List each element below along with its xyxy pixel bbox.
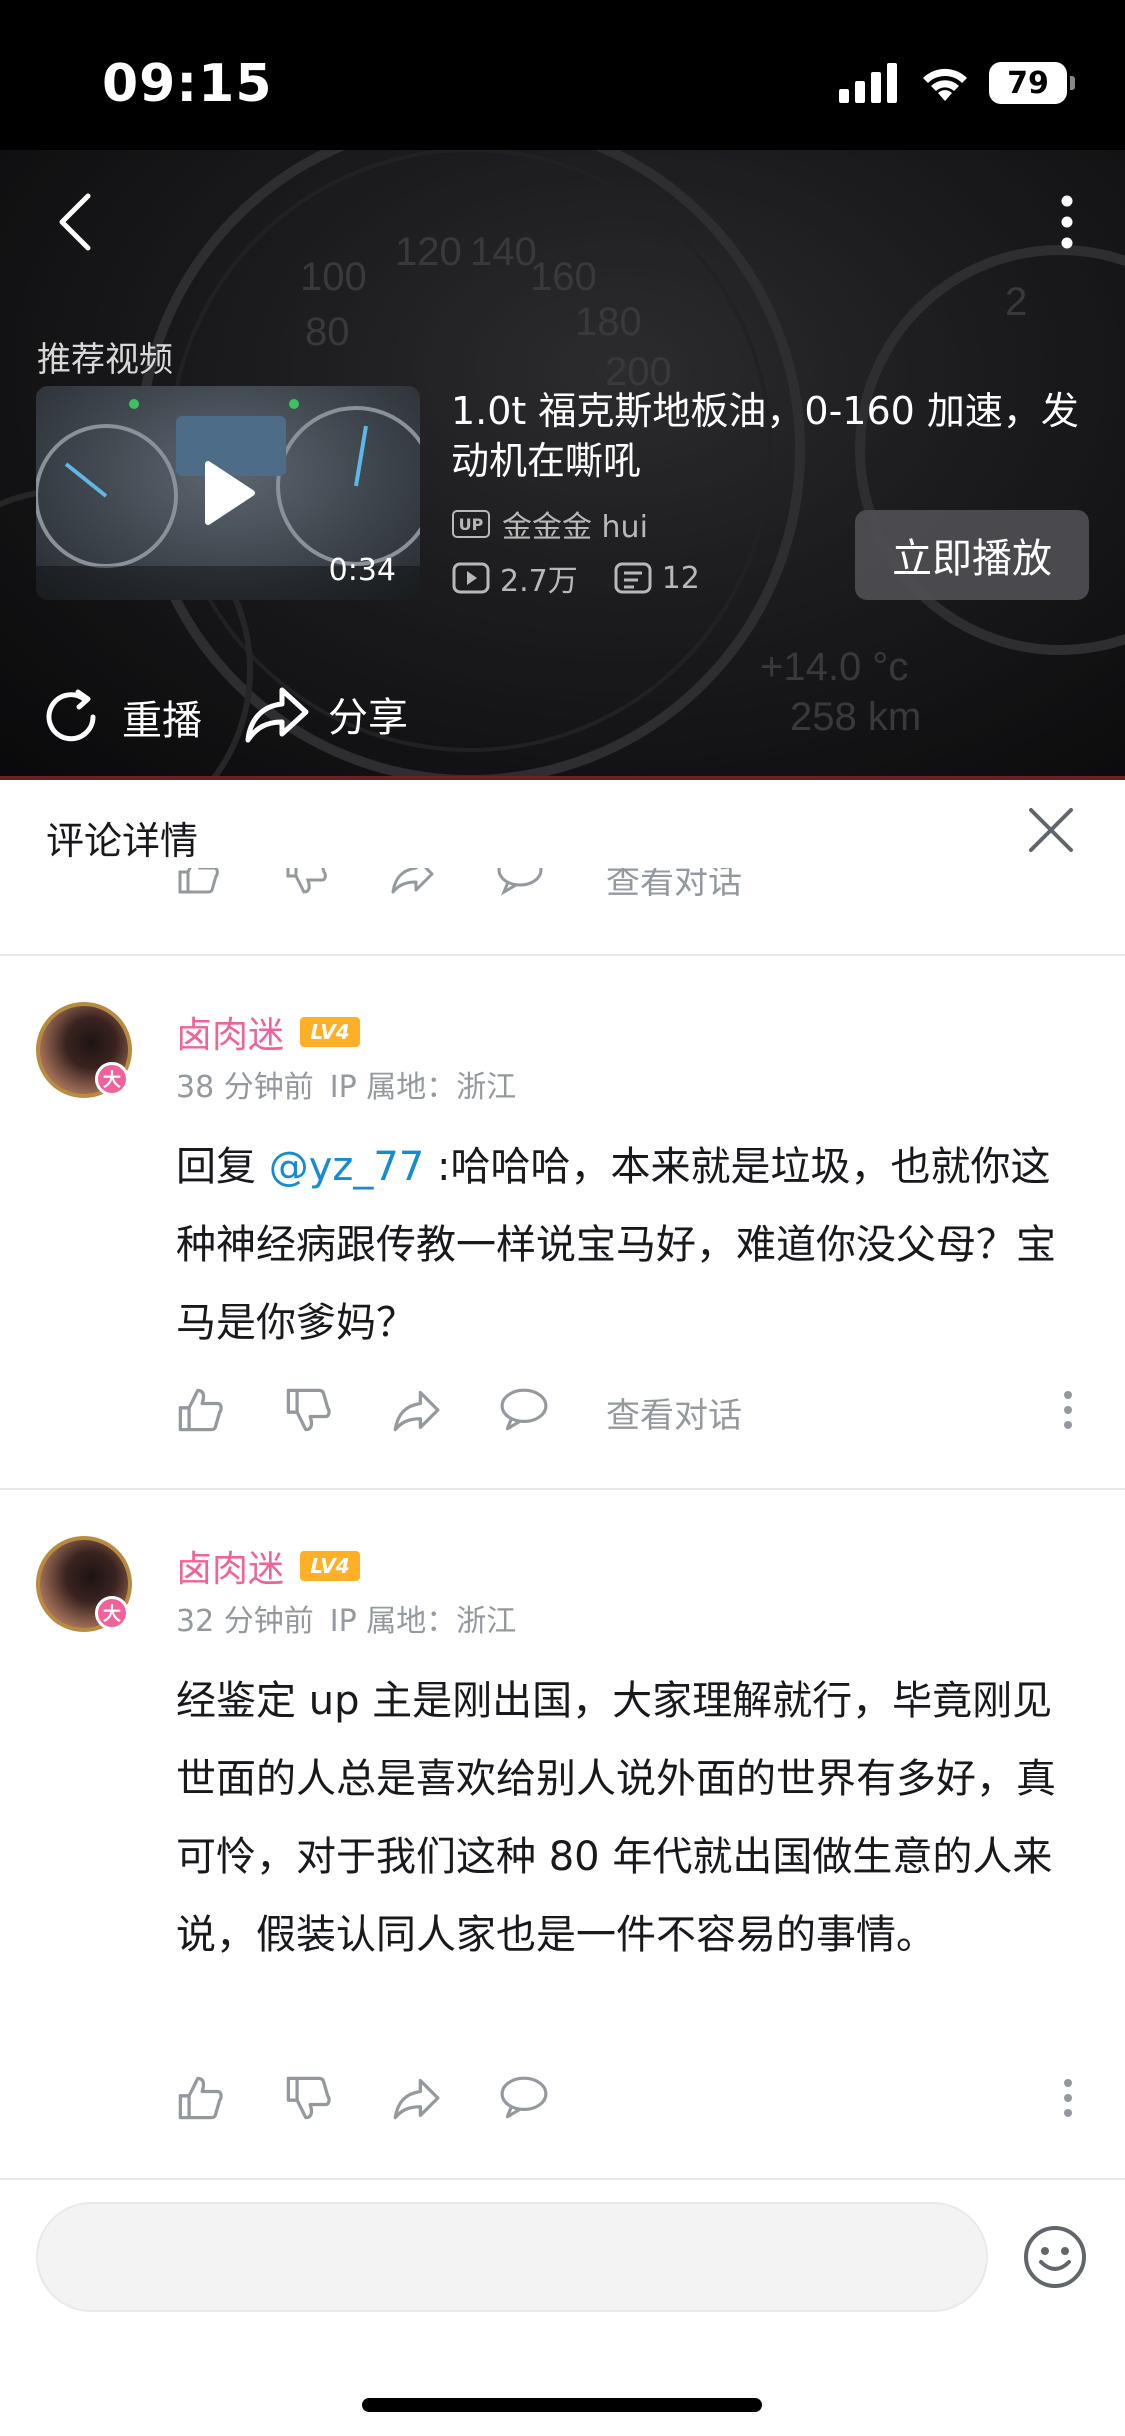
status-bar: 09:15 79 xyxy=(0,0,1125,150)
comment-more-button[interactable] xyxy=(1038,2068,1098,2128)
replay-icon xyxy=(46,689,96,742)
comments-panel-title: 评论详情 xyxy=(46,819,199,863)
views-stat: 2.7万 xyxy=(452,556,578,600)
like-button[interactable] xyxy=(170,2068,230,2128)
comment-meta: 38 分钟前 IP 属地：浙江 xyxy=(176,1062,516,1106)
play-now-button[interactable]: 立即播放 xyxy=(855,510,1089,600)
play-count-icon xyxy=(452,562,490,594)
comment-item: 大 卤肉迷 LV4 38 分钟前 IP 属地：浙江 回复 @yz_77 :哈哈哈… xyxy=(0,956,1125,1488)
more-vertical-icon xyxy=(1061,195,1073,249)
comment-time: 38 分钟前 xyxy=(176,1070,314,1105)
thumbs-up-icon xyxy=(178,868,219,894)
comments-panel-header: 评论详情 xyxy=(0,780,1125,880)
comment-input-bar xyxy=(0,2180,1125,2436)
comment-input[interactable] xyxy=(36,2202,988,2312)
thumbs-down-icon xyxy=(286,1388,331,1432)
reply-prefix: 回复 xyxy=(176,1144,269,1190)
reply-bubble-icon xyxy=(497,868,543,896)
thumbs-down-icon xyxy=(286,2076,331,2120)
close-icon xyxy=(1029,808,1073,852)
recommended-video-title[interactable]: 1.0t 福克斯地板油，0-160 加速，发动机在嘶吼 xyxy=(451,386,1091,486)
forward-button[interactable] xyxy=(386,2068,446,2128)
scrolled-action-row: 查看对话 xyxy=(0,868,1125,908)
replay-label: 重播 xyxy=(122,698,202,744)
share-icon xyxy=(245,687,309,743)
comment-username[interactable]: 卤肉迷 xyxy=(176,1540,284,1592)
comment-meta: 32 分钟前 IP 属地：浙江 xyxy=(176,1596,516,1640)
more-vertical-icon xyxy=(1064,1391,1072,1429)
comment-more-button[interactable] xyxy=(1038,1380,1098,1440)
emoji-button[interactable] xyxy=(1022,2224,1088,2290)
recommended-video-label: 推荐视频 xyxy=(37,340,173,380)
reply-bubble-icon xyxy=(500,1388,548,1431)
comment-ip: IP 属地：浙江 xyxy=(329,1604,517,1639)
thumbs-up-icon xyxy=(178,1388,223,1432)
comment-ip: IP 属地：浙江 xyxy=(329,1070,517,1105)
back-button[interactable] xyxy=(40,182,110,262)
reply-button[interactable] xyxy=(494,1380,554,1440)
avatar-badge: 大 xyxy=(95,1596,129,1630)
reply-button[interactable] xyxy=(494,2068,554,2128)
comment-text[interactable]: 经鉴定 up 主是刚出国，大家理解就行，毕竟刚见世面的人总是喜欢给别人说外面的世… xyxy=(176,1662,1076,1974)
recommended-video-stats: 2.7万 12 xyxy=(452,556,736,600)
recommended-video-thumbnail[interactable]: 0:34 xyxy=(36,386,420,600)
view-conversation-link[interactable]: 查看对话 xyxy=(606,1388,742,1437)
comment-author-row: 卤肉迷 LV4 xyxy=(176,1540,361,1592)
more-vertical-icon xyxy=(1064,2079,1072,2117)
reply-bubble-icon xyxy=(500,2076,548,2119)
cellular-signal-icon xyxy=(839,63,897,103)
thumbs-down-icon xyxy=(286,868,327,894)
level-badge: LV4 xyxy=(300,1551,361,1581)
forward-icon xyxy=(393,2078,440,2120)
dislike-button[interactable] xyxy=(278,1380,338,1440)
views-count: 2.7万 xyxy=(500,564,578,599)
mention-link[interactable]: @yz_77 xyxy=(269,1144,425,1190)
comment-author-row: 卤肉迷 LV4 xyxy=(176,1006,361,1058)
battery-indicator: 79 xyxy=(989,62,1075,104)
status-icons: 79 xyxy=(839,62,1075,104)
comment-actions xyxy=(170,2068,1090,2128)
share-label: 分享 xyxy=(328,695,408,741)
view-conversation-link[interactable]: 查看对话 xyxy=(606,868,742,903)
like-button[interactable] xyxy=(170,1380,230,1440)
recommended-video-uploader[interactable]: UP 金金金 hui xyxy=(452,502,648,546)
wifi-icon xyxy=(923,68,967,101)
video-player[interactable]: 100 120 140 160 180 80 200 2 +14.0 °c 258 km 推… xyxy=(0,150,1125,780)
forward-icon xyxy=(391,868,434,894)
comment-item: 大 卤肉迷 LV4 32 分钟前 IP 属地：浙江 经鉴定 up 主是刚出国，大… xyxy=(0,1490,1125,2176)
video-duration: 0:34 xyxy=(328,553,396,588)
more-options-button[interactable] xyxy=(1045,182,1089,262)
back-arrow-icon xyxy=(59,193,91,251)
danmaku-count: 12 xyxy=(661,560,700,596)
forward-button[interactable] xyxy=(386,1380,446,1440)
replay-button[interactable]: 重播 xyxy=(38,684,202,750)
comment-actions: 查看对话 xyxy=(170,1380,1090,1440)
level-badge: LV4 xyxy=(300,1017,361,1047)
thumbs-up-icon xyxy=(178,2076,223,2120)
forward-icon xyxy=(393,1390,440,1432)
up-badge: UP xyxy=(452,510,490,538)
play-icon xyxy=(205,461,255,525)
comment-time: 32 分钟前 xyxy=(176,1604,314,1639)
uploader-name: 金金金 hui xyxy=(502,510,648,545)
emoji-icon xyxy=(1024,2226,1086,2288)
comment-username[interactable]: 卤肉迷 xyxy=(176,1006,284,1058)
home-indicator xyxy=(362,2398,762,2412)
comment-text[interactable]: 回复 @yz_77 :哈哈哈，本来就是垃圾，也就你这种神经病跟传教一样说宝马好，… xyxy=(176,1128,1076,1362)
avatar-badge: 大 xyxy=(95,1062,129,1096)
danmaku-icon xyxy=(614,562,652,594)
share-button[interactable]: 分享 xyxy=(244,684,408,744)
danmaku-stat: 12 xyxy=(614,561,700,596)
status-time: 09:15 xyxy=(102,54,273,114)
close-button[interactable] xyxy=(1027,806,1075,854)
dislike-button[interactable] xyxy=(278,2068,338,2128)
